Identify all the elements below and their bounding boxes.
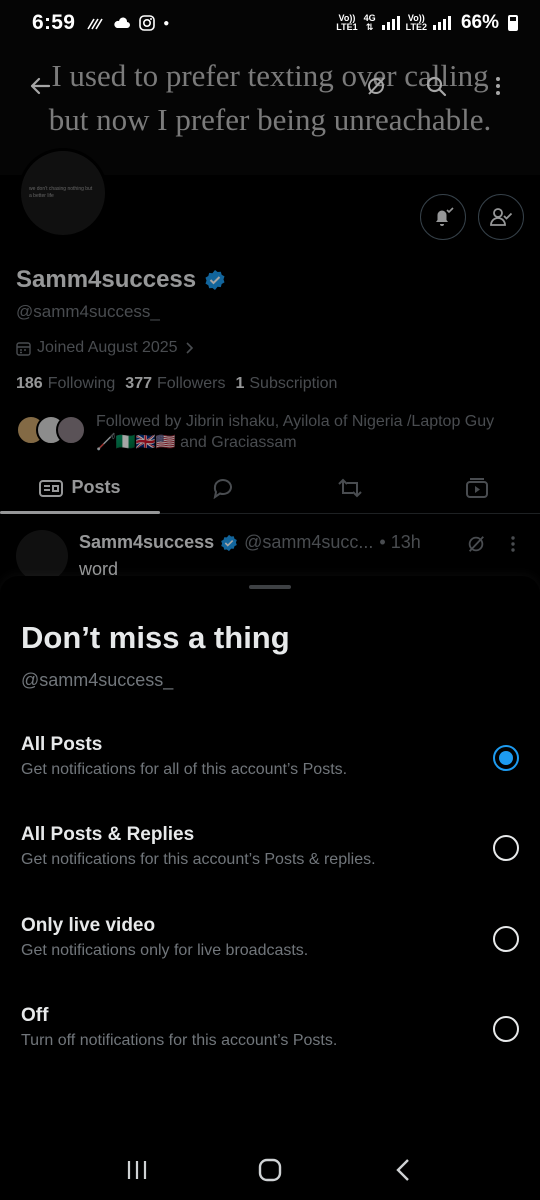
notification-settings-sheet: Don’t miss a thing @samm4success_ All Po… xyxy=(0,576,540,1200)
radio-all-posts[interactable] xyxy=(493,745,519,771)
sheet-drag-handle[interactable] xyxy=(249,585,291,589)
signal-icon xyxy=(381,16,400,30)
home-icon xyxy=(258,1158,282,1182)
instagram-icon xyxy=(139,15,156,31)
option-only-live-video[interactable]: Only live video Get notifications only f… xyxy=(0,915,540,985)
system-navigation-bar xyxy=(0,1140,540,1200)
status-bar: 6:59 ● Vo)) LTE1 4G ⇅ Vo)) LTE2 66% xyxy=(0,0,540,46)
battery-percent: 66% xyxy=(460,12,499,33)
network-4g-label: 4G ⇅ xyxy=(363,13,376,32)
option-off[interactable]: Off Turn off notifications for this acco… xyxy=(0,1005,540,1075)
dot-icon: ● xyxy=(163,17,170,29)
option-all-posts[interactable]: All Posts Get notifications for all of t… xyxy=(0,734,540,804)
back-nav-button[interactable] xyxy=(373,1150,433,1190)
chevron-left-icon xyxy=(396,1159,410,1181)
radio-off[interactable] xyxy=(493,1016,519,1042)
recent-apps-icon xyxy=(127,1161,146,1179)
signal-icon-2 xyxy=(432,16,451,30)
sheet-title: Don’t miss a thing xyxy=(21,620,290,655)
data-saver-icon xyxy=(87,18,103,30)
recent-apps-button[interactable] xyxy=(107,1150,167,1190)
sim2-label: Vo)) LTE2 xyxy=(405,13,427,32)
radio-all-posts-replies[interactable] xyxy=(493,835,519,861)
sim1-label: Vo)) LTE1 xyxy=(336,13,358,32)
status-time: 6:59 xyxy=(32,11,76,34)
cloud-icon xyxy=(114,17,131,28)
sheet-handle: @samm4success_ xyxy=(21,670,174,690)
home-button[interactable] xyxy=(240,1150,300,1190)
radio-only-live-video[interactable] xyxy=(493,926,519,952)
option-all-posts-replies[interactable]: All Posts & Replies Get notifications fo… xyxy=(0,824,540,894)
battery-icon xyxy=(508,15,518,31)
